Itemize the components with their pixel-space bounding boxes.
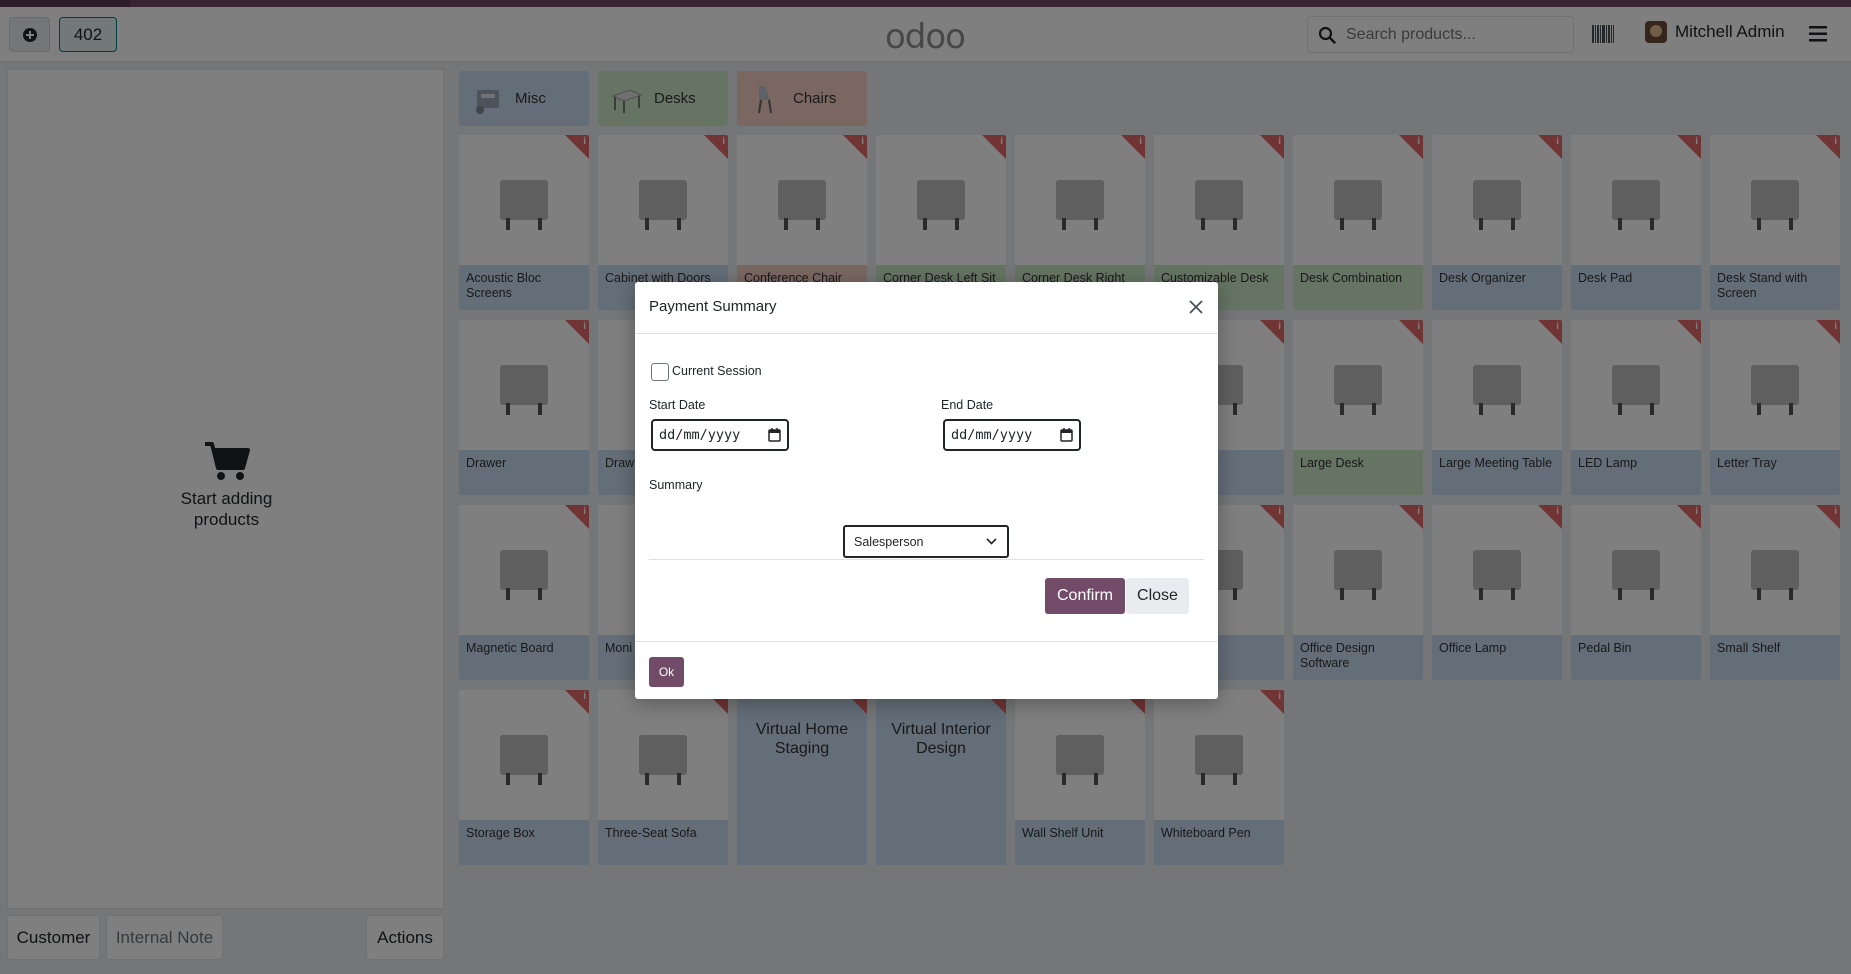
- divider: [649, 559, 1204, 560]
- start-date-value: dd/mm/yyyy: [659, 427, 741, 443]
- dialog-title: Payment Summary: [649, 298, 777, 315]
- dialog-body: Current Session Start Date dd/mm/yyyy En…: [635, 334, 1218, 634]
- start-date-label: Start Date: [649, 398, 706, 412]
- dialog-header: Payment Summary: [635, 282, 1218, 334]
- calendar-icon[interactable]: [768, 428, 781, 442]
- end-date-value: dd/mm/yyyy: [951, 427, 1033, 443]
- dialog-footer: Ok: [635, 641, 1218, 699]
- end-date-label: End Date: [941, 398, 994, 412]
- close-button[interactable]: Close: [1126, 578, 1189, 614]
- payment-summary-dialog: Payment Summary Current Session Start Da…: [635, 282, 1218, 699]
- start-date-input[interactable]: dd/mm/yyyy: [651, 419, 789, 451]
- summary-select[interactable]: Salesperson: [843, 525, 1009, 558]
- current-session-label: Current Session: [672, 364, 762, 378]
- confirm-button[interactable]: Confirm: [1045, 578, 1125, 614]
- chevron-down-icon: [986, 538, 997, 545]
- close-icon[interactable]: [1186, 297, 1206, 317]
- end-date-input[interactable]: dd/mm/yyyy: [943, 419, 1081, 451]
- current-session-checkbox[interactable]: [651, 363, 669, 381]
- ok-button[interactable]: Ok: [649, 657, 684, 687]
- calendar-icon[interactable]: [1060, 428, 1073, 442]
- summary-label: Summary: [649, 478, 703, 492]
- summary-selected-value: Salesperson: [854, 534, 924, 549]
